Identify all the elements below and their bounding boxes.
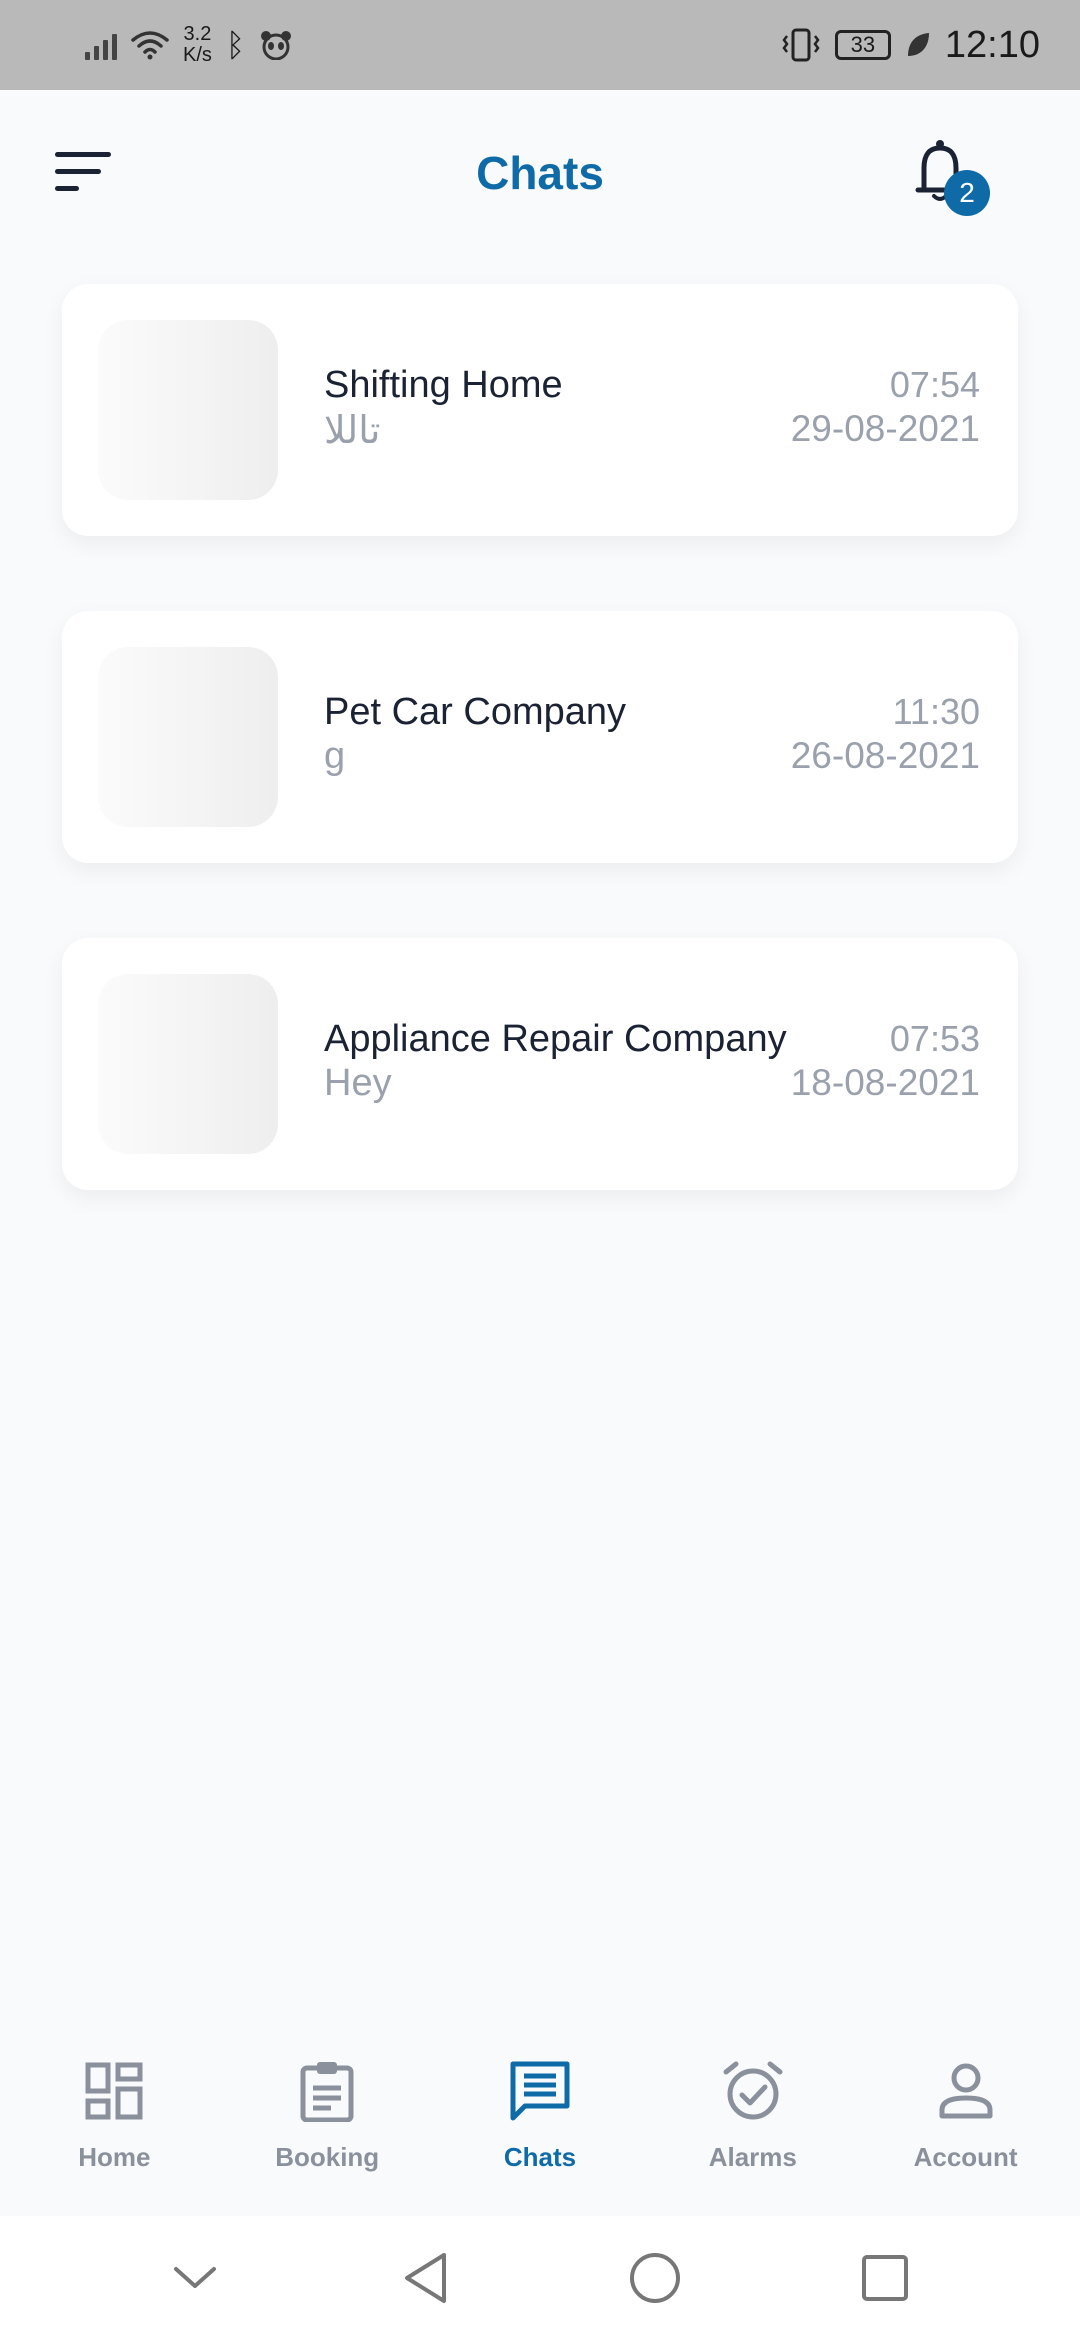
status-bar: 3.2 K/s ᛒ 33 12:10 xyxy=(0,0,1080,90)
chat-name: Shifting Home xyxy=(324,364,563,406)
chat-icon xyxy=(505,2056,575,2126)
chat-time: 11:30 xyxy=(892,691,980,732)
recents-button[interactable] xyxy=(840,2233,930,2323)
tab-booking[interactable]: Booking xyxy=(227,2020,427,2216)
chat-avatar xyxy=(98,647,278,827)
chat-time: 07:54 xyxy=(889,364,980,405)
status-bar-right: 33 12:10 xyxy=(781,24,1040,67)
person-icon xyxy=(931,2056,1001,2126)
chat-date: 26-08-2021 xyxy=(790,735,980,776)
tab-label: Booking xyxy=(275,2142,380,2172)
leaf-icon xyxy=(907,33,929,56)
dashboard-icon xyxy=(79,2056,149,2126)
chat-item[interactable]: Pet Car Company g 11:30 26-08-2021 xyxy=(62,611,1018,863)
tab-home[interactable]: Home xyxy=(14,2020,214,2216)
tab-label: Home xyxy=(78,2142,151,2172)
tab-alarms[interactable]: Alarms xyxy=(653,2020,853,2216)
home-circle-icon xyxy=(630,2253,680,2303)
chevron-down-icon xyxy=(174,2267,216,2288)
wifi-icon xyxy=(131,31,169,60)
chat-date: 18-08-2021 xyxy=(790,1062,980,1103)
chat-date: 29-08-2021 xyxy=(790,408,980,449)
back-triangle-icon xyxy=(405,2253,446,2303)
panda-app-icon xyxy=(261,31,292,60)
home-button[interactable] xyxy=(610,2233,700,2323)
network-speed-value: 3.2 xyxy=(183,23,212,45)
tab-label: Alarms xyxy=(708,2142,797,2172)
bluetooth-icon: ᛒ xyxy=(225,27,246,63)
chat-name: Appliance Repair Company xyxy=(324,1018,787,1060)
status-bar-left: 3.2 K/s ᛒ xyxy=(85,24,293,66)
chat-time: 07:53 xyxy=(889,1018,980,1059)
back-button[interactable] xyxy=(380,2233,470,2323)
battery-indicator: 33 xyxy=(834,30,891,60)
chat-last-message: Hey xyxy=(324,1062,392,1104)
vibrate-icon xyxy=(782,28,820,62)
chat-avatar xyxy=(98,974,278,1154)
chat-last-message: تاللا xyxy=(324,410,381,452)
tab-label: Chats xyxy=(503,2142,577,2172)
chat-list: Shifting Home تاللا 07:54 29-08-2021 Pet… xyxy=(62,284,1018,1265)
chat-item[interactable]: Shifting Home تاللا 07:54 29-08-2021 xyxy=(62,284,1018,536)
hide-keyboard-button[interactable] xyxy=(150,2233,240,2323)
system-nav-bar xyxy=(0,2216,1080,2340)
clipboard-icon xyxy=(292,2056,362,2126)
network-speed: 3.2 K/s xyxy=(183,24,212,66)
clock: 12:10 xyxy=(944,23,1040,66)
chat-avatar xyxy=(98,320,278,500)
notification-badge: 2 xyxy=(944,170,990,216)
app-header: Chats 2 xyxy=(0,90,1080,260)
tab-chats[interactable]: Chats xyxy=(440,2020,640,2216)
chat-item[interactable]: Appliance Repair Company Hey 07:53 18-08… xyxy=(62,938,1018,1190)
signal-icon xyxy=(85,30,117,60)
tab-label: Account xyxy=(913,2142,1018,2172)
chat-last-message: g xyxy=(324,735,346,777)
notifications-button[interactable]: 2 xyxy=(912,138,992,218)
alarm-clock-icon xyxy=(718,2056,788,2126)
network-speed-unit: K/s xyxy=(183,44,212,66)
tab-account[interactable]: Account xyxy=(866,2020,1066,2216)
bottom-tab-bar: Home Booking Chats Alarms Account xyxy=(0,2020,1080,2216)
recents-square-icon xyxy=(862,2255,908,2301)
chat-name: Pet Car Company xyxy=(324,691,627,733)
